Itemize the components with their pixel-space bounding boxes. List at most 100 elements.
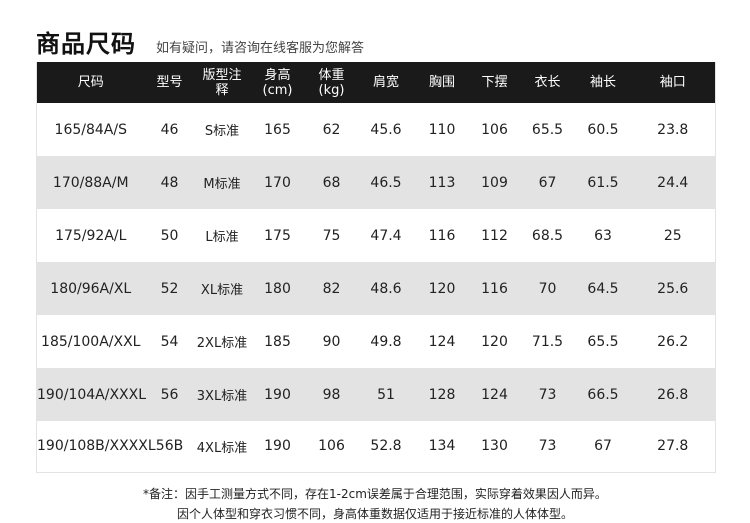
table-cell: 67 bbox=[519, 156, 576, 209]
table-cell: XL标准 bbox=[194, 262, 250, 315]
table-cell: 4XL标准 bbox=[194, 421, 250, 472]
table-cell: 65.5 bbox=[519, 103, 576, 156]
table-cell: 52 bbox=[144, 262, 195, 315]
table-cell: 165/84A/S bbox=[36, 103, 145, 156]
table-cell: 116 bbox=[469, 262, 520, 315]
table-cell: 54 bbox=[144, 315, 195, 368]
table-row: 185/100A/XXL 54 2XL标准 185 90 49.8 124 120 71.5 65… bbox=[36, 315, 716, 368]
table-cell: 47.4 bbox=[357, 209, 415, 262]
column-header: 袖长 bbox=[575, 62, 631, 103]
table-cell: 26.8 bbox=[630, 368, 716, 421]
table-row: 170/88A/M 48 M标准 170 68 46.5 113 109 67 61.5 24.4 bbox=[36, 156, 716, 209]
column-header: 衣长 bbox=[519, 62, 576, 103]
table-cell: 70 bbox=[519, 262, 576, 315]
table-cell: 71.5 bbox=[519, 315, 576, 368]
column-header-label: 衣长 bbox=[534, 75, 561, 90]
table-cell: 185/100A/XXL bbox=[36, 315, 145, 368]
table-cell: 120 bbox=[469, 315, 520, 368]
table-cell: 106 bbox=[305, 421, 358, 472]
column-header: 尺码 bbox=[36, 62, 145, 103]
table-header-row: 尺码 型号 版型注释身高 (cm) 体重 (kg) 肩宽 胸围 下摆 衣长 袖长 袖口 bbox=[36, 62, 716, 103]
column-header-label: 版型注 bbox=[202, 67, 242, 83]
table-cell: 175 bbox=[249, 209, 306, 262]
table-cell: 46.5 bbox=[357, 156, 415, 209]
table-row: 175/92A/L 50 L标准 175 75 47.4 116 112 68.5 63 25 bbox=[36, 209, 716, 262]
table-cell: 190 bbox=[249, 421, 306, 472]
column-header-label: 袖长 bbox=[589, 75, 616, 90]
table-cell: 106 bbox=[469, 103, 520, 156]
column-header-sublabel: (cm) bbox=[262, 82, 293, 98]
column-header: 体重 (kg) bbox=[305, 62, 358, 103]
table-cell: 45.6 bbox=[357, 103, 415, 156]
table-cell: 165 bbox=[249, 103, 306, 156]
table-cell: 180/96A/XL bbox=[36, 262, 145, 315]
table-cell: S标准 bbox=[194, 103, 250, 156]
table-cell: 82 bbox=[305, 262, 358, 315]
column-header-label: 型号 bbox=[156, 75, 183, 90]
table-cell: 24.4 bbox=[630, 156, 716, 209]
table-cell: 49.8 bbox=[357, 315, 415, 368]
table-cell: 60.5 bbox=[575, 103, 631, 156]
table-cell: 124 bbox=[469, 368, 520, 421]
table-cell: 190/108B/XXXXL bbox=[36, 421, 156, 472]
column-header-sublabel: (kg) bbox=[318, 82, 345, 98]
table-cell: 23.8 bbox=[630, 103, 716, 156]
table-row: 180/96A/XL 52 XL标准 180 82 48.6 120 116 70 64.5 25.… bbox=[36, 262, 716, 315]
column-header-label: 身高 bbox=[264, 67, 291, 83]
column-header: 身高 (cm) bbox=[249, 62, 306, 103]
table-cell: 65.5 bbox=[575, 315, 631, 368]
table-cell: 116 bbox=[414, 209, 470, 262]
page-title: 商品尺码 bbox=[36, 30, 136, 58]
table-cell: 109 bbox=[469, 156, 520, 209]
table-cell: 110 bbox=[414, 103, 470, 156]
table-cell: 120 bbox=[414, 262, 470, 315]
table-cell: 113 bbox=[414, 156, 470, 209]
table-cell: 46 bbox=[144, 103, 195, 156]
page-subtitle: 如有疑问，请咨询在线客服为您解答 bbox=[156, 41, 365, 56]
table-cell: 48.6 bbox=[357, 262, 415, 315]
table-cell: L标准 bbox=[194, 209, 250, 262]
table-cell: 63 bbox=[575, 209, 631, 262]
column-header-sublabel: 释 bbox=[215, 82, 229, 98]
column-header: 肩宽 bbox=[357, 62, 415, 103]
column-header: 胸围 bbox=[414, 62, 470, 103]
table-cell: M标准 bbox=[194, 156, 250, 209]
table-cell: 130 bbox=[469, 421, 520, 472]
footnote-line-1: *备注：因手工测量方式不同，存在1-2cm误差属于合理范围，实际穿着效果因人而异… bbox=[143, 487, 607, 501]
table-cell: 90 bbox=[305, 315, 358, 368]
size-chart-table: 尺码 型号 版型注释身高 (cm) 体重 (kg) 肩宽 胸围 下摆 衣长 袖长 袖口 165/84A… bbox=[36, 62, 716, 473]
table-cell: 68.5 bbox=[519, 209, 576, 262]
table-cell: 61.5 bbox=[575, 156, 631, 209]
table-cell: 170/88A/M bbox=[36, 156, 145, 209]
table-cell: 48 bbox=[144, 156, 195, 209]
column-header: 下摆 bbox=[469, 62, 520, 103]
table-cell: 27.8 bbox=[630, 421, 716, 472]
table-cell: 52.8 bbox=[357, 421, 415, 472]
column-header: 型号 bbox=[144, 62, 195, 103]
footnote: *备注：因手工测量方式不同，存在1-2cm误差属于合理范围，实际穿着效果因人而异… bbox=[0, 484, 750, 523]
table-cell: 134 bbox=[414, 421, 470, 472]
page-header: 商品尺码 如有疑问，请咨询在线客服为您解答 bbox=[36, 24, 365, 58]
column-header-label: 尺码 bbox=[77, 75, 104, 90]
table-cell: 75 bbox=[305, 209, 358, 262]
table-cell: 66.5 bbox=[575, 368, 631, 421]
table-row: 190/108B/XXXXL 56B 4XL标准 190 106 52.8 134 130 73… bbox=[36, 421, 716, 472]
column-header-label: 体重 bbox=[318, 67, 345, 83]
column-header-label: 胸围 bbox=[428, 75, 455, 90]
table-cell: 3XL标准 bbox=[194, 368, 250, 421]
table-cell: 190 bbox=[249, 368, 306, 421]
table-row: 165/84A/S 46 S标准 165 62 45.6 110 106 65.5 60.5 23.… bbox=[36, 103, 716, 156]
column-header-label: 袖口 bbox=[659, 75, 686, 90]
column-header-label: 下摆 bbox=[481, 75, 508, 90]
table-cell: 62 bbox=[305, 103, 358, 156]
table-cell: 190/104A/XXXL bbox=[36, 368, 146, 421]
table-cell: 124 bbox=[414, 315, 470, 368]
table-cell: 185 bbox=[249, 315, 306, 368]
table-cell: 170 bbox=[249, 156, 306, 209]
table-cell: 67 bbox=[575, 421, 631, 472]
column-header-label: 肩宽 bbox=[372, 75, 399, 90]
table-cell: 56 bbox=[144, 368, 195, 421]
table-cell: 2XL标准 bbox=[194, 315, 250, 368]
table-cell: 25.6 bbox=[630, 262, 716, 315]
table-cell: 73 bbox=[519, 421, 576, 472]
